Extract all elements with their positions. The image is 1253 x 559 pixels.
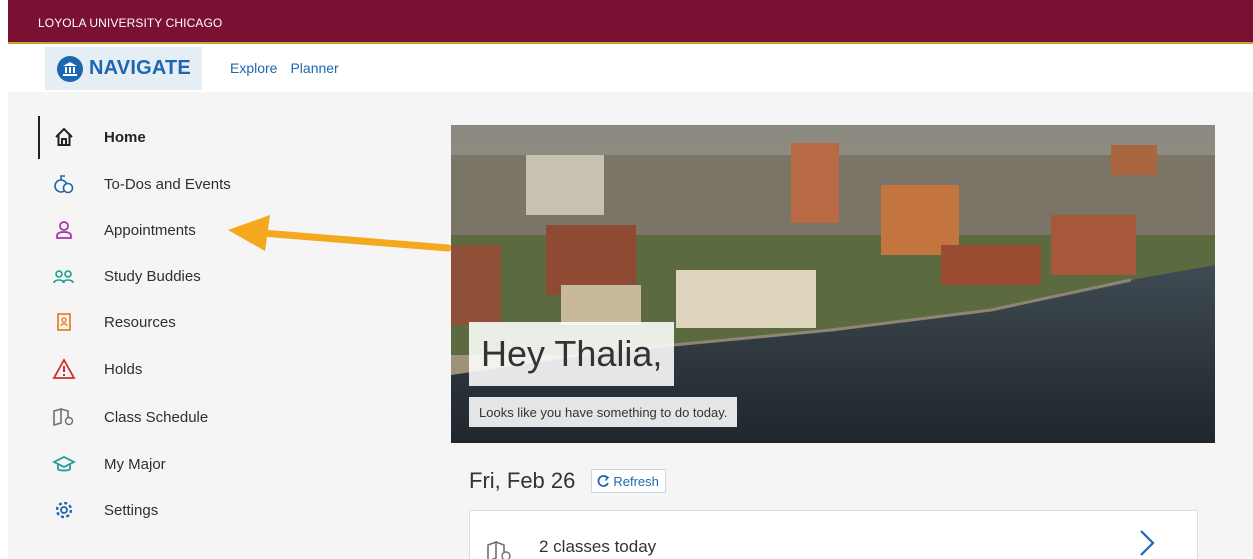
chevron-right-icon[interactable]	[1137, 527, 1157, 559]
top-nav: Explore Planner	[230, 60, 339, 76]
university-bar: LOYOLA UNIVERSITY CHICAGO	[8, 0, 1253, 44]
sidebar-item-resources[interactable]: Resources	[50, 306, 176, 338]
refresh-button[interactable]: Refresh	[591, 469, 666, 493]
main-panel: Hey Thalia, Looks like you have somethin…	[451, 125, 1215, 559]
hero-banner: Hey Thalia, Looks like you have somethin…	[451, 125, 1215, 443]
app-header: NAVIGATE Explore Planner	[0, 46, 1253, 92]
nav-explore[interactable]: Explore	[230, 60, 277, 76]
sidebar-item-label: Home	[104, 128, 146, 146]
sidebar-item-settings[interactable]: Settings	[50, 494, 158, 526]
refresh-label: Refresh	[613, 473, 659, 489]
sidebar-item-label: Settings	[104, 501, 159, 519]
class-schedule-icon	[486, 539, 514, 559]
sidebar-item-label: Appointments	[104, 221, 196, 239]
warning-icon	[50, 355, 78, 383]
sidebar-item-holds[interactable]: Holds	[50, 353, 142, 385]
class-schedule-icon	[50, 403, 78, 431]
navigate-logo[interactable]: NAVIGATE	[45, 47, 202, 90]
resources-icon	[50, 308, 78, 336]
date-label: Fri, Feb 26	[469, 468, 576, 493]
sidebar-item-label: Study Buddies	[104, 267, 201, 285]
sidebar-item-label: Resources	[104, 313, 176, 331]
sidebar-item-my-major[interactable]: My Major	[50, 448, 166, 480]
content-area: Home To-Dos and Events Appointments Stud…	[8, 92, 1253, 559]
sidebar: Home To-Dos and Events Appointments Stud…	[8, 92, 428, 559]
greeting: Hey Thalia,	[469, 322, 675, 386]
annotation-arrow-icon	[228, 215, 452, 252]
classes-today-card[interactable]: 2 classes today	[469, 510, 1198, 559]
home-icon	[50, 123, 78, 151]
sidebar-item-label: Class Schedule	[104, 408, 209, 426]
active-indicator	[38, 116, 40, 159]
sidebar-item-study-buddies[interactable]: Study Buddies	[50, 260, 201, 292]
sidebar-item-appointments[interactable]: Appointments	[50, 214, 196, 246]
page: LOYOLA UNIVERSITY CHICAGO NAVIGATE Explo…	[0, 0, 1253, 559]
gear-icon	[50, 496, 78, 524]
campus-photo	[451, 125, 1215, 443]
greeting-subtext: Looks like you have something to do toda…	[469, 397, 738, 427]
todo-events-icon	[50, 170, 78, 198]
study-buddies-icon	[50, 262, 78, 290]
nav-planner[interactable]: Planner	[290, 60, 338, 76]
brand-name: NAVIGATE	[89, 57, 191, 79]
sidebar-item-label: Holds	[104, 360, 143, 378]
person-icon	[50, 216, 78, 244]
graduation-cap-icon	[50, 450, 78, 478]
sidebar-item-home[interactable]: Home	[50, 121, 146, 153]
sidebar-item-label: To-Dos and Events	[104, 175, 231, 193]
date-row: Fri, Feb 26 Refresh	[469, 468, 666, 494]
sidebar-item-class-schedule[interactable]: Class Schedule	[50, 401, 208, 433]
classes-today-text: 2 classes today	[539, 537, 657, 556]
university-name: LOYOLA UNIVERSITY CHICAGO	[38, 16, 223, 30]
bank-icon	[57, 55, 83, 82]
sidebar-item-todos-events[interactable]: To-Dos and Events	[50, 168, 231, 200]
refresh-icon	[597, 474, 610, 487]
sidebar-item-label: My Major	[104, 455, 166, 473]
